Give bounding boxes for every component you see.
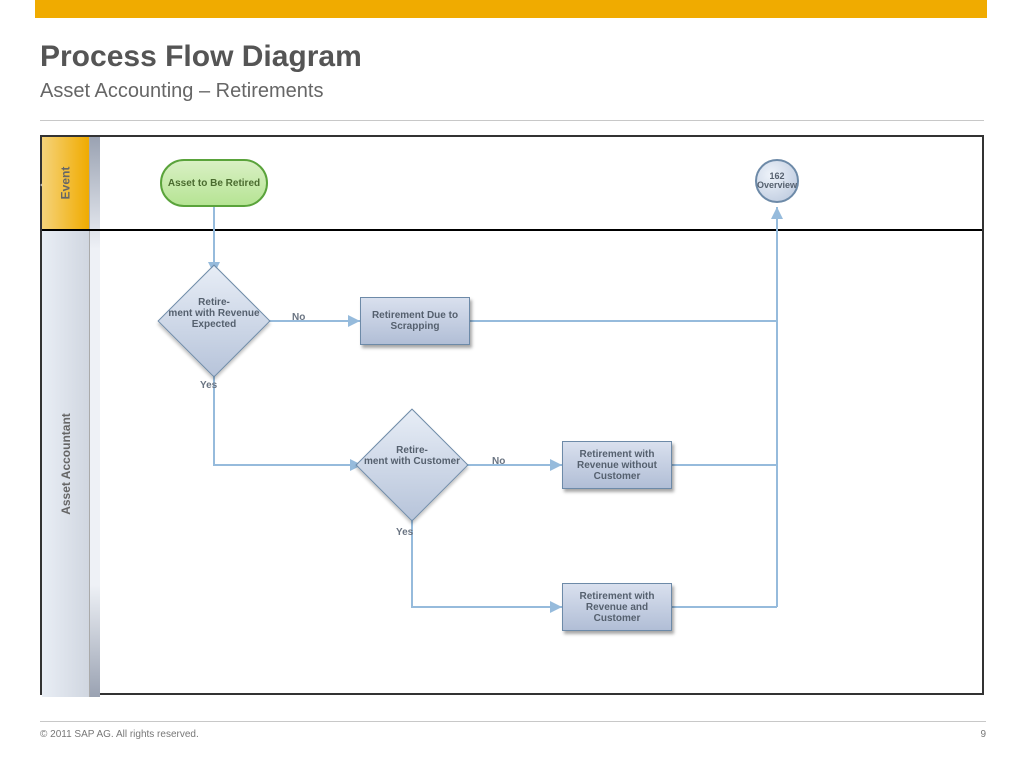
swimlane-asset-accountant: Asset Accountant [42,231,90,697]
swimlane-divider [42,229,982,231]
page-title: Process Flow Diagram [40,40,362,74]
process-retirement-scrapping: Retirement Due to Scrapping [360,297,470,345]
process-retirement-revenue-and-customer: Retirement with Revenue and Customer [562,583,672,631]
start-event-asset-to-be-retired: Asset to Be Retired [160,159,268,207]
page-subtitle: Asset Accounting – Retirements [40,80,323,103]
flow-connectors [42,137,986,697]
diagram-frame: Event Asset Accountant Asset to Be Retir… [40,135,984,695]
footer: © 2011 SAP AG. All rights reserved. 9 [0,721,1024,751]
process-retirement-revenue-without-customer: Retirement with Revenue without Customer [562,441,672,489]
footer-copyright: © 2011 SAP AG. All rights reserved. [40,729,199,740]
end-event-overview: 162 Overview [755,159,799,203]
swimlane-accountant-label: Asset Accountant [59,413,73,515]
decision-retirement-with-customer-label: Retire-ment with Customer [357,445,467,467]
decision-retirement-revenue-expected-label: Retire-ment with Revenue Expected [159,297,269,330]
title-divider [40,120,984,121]
swimlane-gutter [90,137,100,697]
edge-label-yes-2: Yes [396,527,413,538]
footer-divider [40,721,986,722]
edge-label-yes-1: Yes [200,380,217,391]
brand-top-bar [35,0,987,18]
swimlane-event-label: Event [59,167,73,200]
edge-label-no-1: No [292,312,305,323]
edge-label-no-2: No [492,456,505,467]
swimlane-event: Event [42,137,90,229]
footer-page-number: 9 [980,729,986,740]
